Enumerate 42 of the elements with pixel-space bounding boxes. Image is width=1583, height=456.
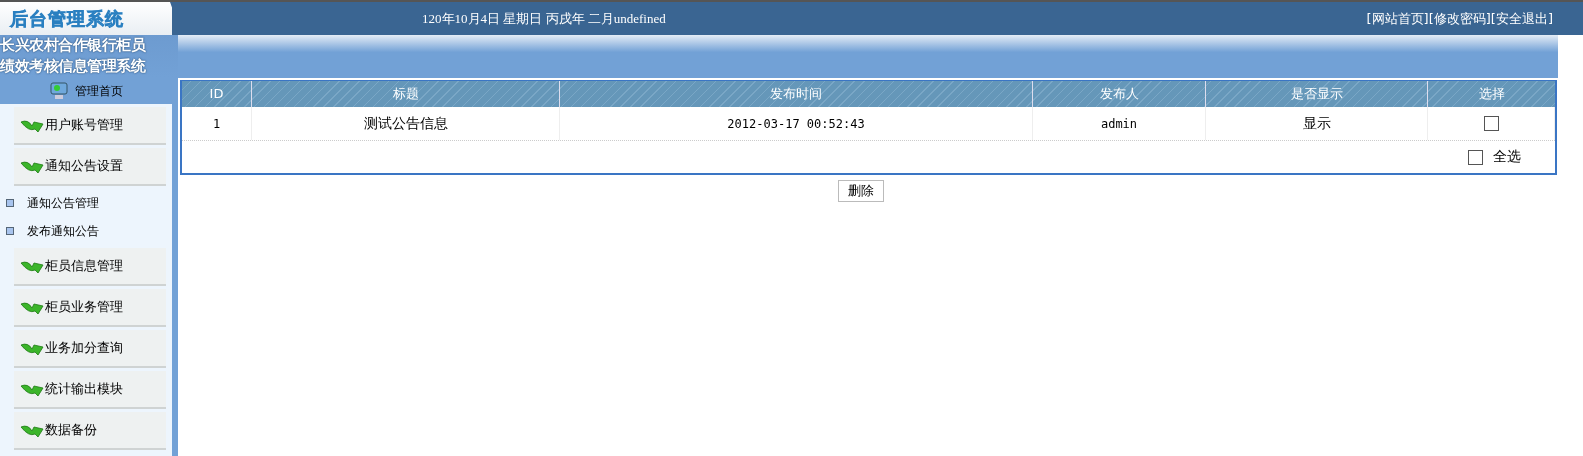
column-header: 是否显示 <box>1206 81 1428 107</box>
checkbox[interactable] <box>1468 149 1483 165</box>
column-header: 发布时间 <box>560 81 1033 107</box>
column-header: ID <box>182 81 252 107</box>
arrow-icon <box>20 158 44 174</box>
system-title: 绩效考核信息管理系统 <box>0 56 147 77</box>
date-text: 120年10月4日 星期日 丙戌年 二月undefined <box>422 9 666 28</box>
bullet-icon <box>6 227 14 235</box>
bullet-icon <box>6 199 14 207</box>
select-all-label: 全选 <box>1493 148 1521 166</box>
logo-text: 后台管理系统 <box>10 6 124 31</box>
system-title: 长兴农村合作银行柜员 <box>0 35 147 56</box>
column-header: 标题 <box>252 81 560 107</box>
submenu-link[interactable]: 通知公告管理 <box>27 194 99 212</box>
table-cell: admin <box>1033 107 1206 140</box>
arrow-icon <box>20 340 44 356</box>
menu-item[interactable]: 业务加分查询 <box>14 330 166 368</box>
menu-item[interactable]: 通知公告设置 <box>14 148 166 186</box>
arrow-icon <box>20 117 44 133</box>
checkbox[interactable] <box>1483 116 1499 131</box>
table-cell: 显示 <box>1206 107 1428 140</box>
arrow-icon <box>20 422 44 438</box>
header-link[interactable]: [安全退出] <box>1490 9 1553 28</box>
delete-button[interactable]: 删除 <box>837 180 884 202</box>
column-header: 发布人 <box>1033 81 1206 107</box>
header-link[interactable]: [修改密码] <box>1428 9 1491 28</box>
table-cell: 2012-03-17 00:52:43 <box>560 107 1033 140</box>
menu-item[interactable]: 统计输出模块 <box>14 371 166 409</box>
table-cell: 1 <box>182 107 252 140</box>
submenu-link[interactable]: 发布通知公告 <box>27 222 99 240</box>
arrow-icon <box>20 258 44 274</box>
header-link[interactable]: [网站首页] <box>1366 9 1429 28</box>
arrow-icon <box>20 381 44 397</box>
menu-item[interactable]: 柜员信息管理 <box>14 248 166 286</box>
column-header: 选择 <box>1477 85 1506 103</box>
menu-item[interactable]: 柜员业务管理 <box>14 289 166 327</box>
home-link[interactable]: 管理首页 <box>75 82 123 100</box>
menu-item[interactable]: 数据备份 <box>14 412 166 450</box>
table-cell: 测试公告信息 <box>252 107 560 140</box>
menu-item[interactable]: 用户账号管理 <box>14 107 166 145</box>
monitor-icon <box>49 81 69 101</box>
arrow-icon <box>20 299 44 315</box>
